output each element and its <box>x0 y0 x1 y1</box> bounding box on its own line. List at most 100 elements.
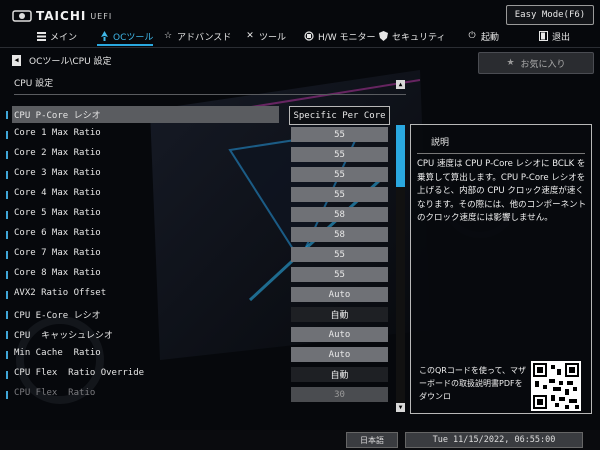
datetime-display: Tue 11/15/2022, 06:55:00 <box>405 432 583 448</box>
favorite-label: お気に入り <box>520 59 566 70</box>
setting-value-input[interactable]: 55 <box>291 187 388 202</box>
tab-tools[interactable]: ✕ ツール <box>245 27 286 45</box>
description-body: CPU 速度は CPU P-Core レシオに BCLK を乗算して算出します。… <box>417 159 587 223</box>
setting-row-cpu-p-core-ratio[interactable]: CPU P-Core レシオ Specific Per Core <box>0 105 400 125</box>
row-marker <box>6 271 8 279</box>
brand-name: TAICHI <box>36 9 87 23</box>
row-marker <box>6 311 8 319</box>
setting-value-input[interactable]: 58 <box>291 227 388 242</box>
back-arrow-icon[interactable]: ◀ <box>12 54 21 66</box>
setting-value-input[interactable]: Auto <box>291 327 388 342</box>
setting-row-core5[interactable]: Core 5 Max Ratio 58 <box>0 205 400 225</box>
active-tab-indicator <box>97 44 153 46</box>
setting-label: AVX2 Ratio Offset <box>14 288 107 298</box>
setting-row-cpu-e-core-ratio[interactable]: CPU E-Core レシオ 自動 <box>0 305 400 325</box>
taichi-logo-mark-icon <box>12 10 32 22</box>
hw-monitor-icon <box>304 31 314 41</box>
breadcrumb-text: OCツール\CPU 設定 <box>29 56 112 67</box>
tab-oc-tools[interactable]: OCツール <box>99 27 153 45</box>
exit-icon <box>538 31 548 41</box>
setting-value-input[interactable]: Auto <box>291 287 388 302</box>
setting-label: Core 5 Max Ratio <box>14 208 101 218</box>
favorite-button[interactable]: ★ お気に入り <box>478 52 594 74</box>
setting-value-input[interactable]: 55 <box>291 167 388 182</box>
setting-label: Core 7 Max Ratio <box>14 248 101 258</box>
row-marker <box>6 391 8 399</box>
row-marker <box>6 331 8 339</box>
setting-row-cpu-cache-ratio[interactable]: CPU キャッシュレシオ Auto <box>0 325 400 345</box>
language-button[interactable]: 日本語 <box>346 432 398 448</box>
row-marker <box>6 371 8 379</box>
setting-value-input[interactable]: 55 <box>291 147 388 162</box>
tab-advanced-label: アドバンスド <box>177 32 232 43</box>
setting-value-dropdown[interactable]: Specific Per Core <box>289 106 390 125</box>
row-marker <box>6 291 8 299</box>
setting-row-core2[interactable]: Core 2 Max Ratio 55 <box>0 145 400 165</box>
description-divider <box>417 153 585 154</box>
setting-value-dropdown[interactable]: 自動 <box>291 307 388 322</box>
setting-label: CPU E-Core レシオ <box>14 311 101 321</box>
description-panel: 説明 CPU 速度は CPU P-Core レシオに BCLK を乗算して算出し… <box>410 124 592 414</box>
row-marker <box>6 151 8 159</box>
setting-row-core8[interactable]: Core 8 Max Ratio 55 <box>0 265 400 285</box>
tab-boot-label: 起動 <box>481 32 500 43</box>
setting-row-cpu-flex-ratio[interactable]: CPU Flex Ratio 30 <box>0 385 400 405</box>
tab-main[interactable]: メイン <box>36 27 77 45</box>
top-bar: TAICHI UEFI Easy Mode(F6) メイン OCツール ☆ アド… <box>0 0 600 48</box>
tab-security[interactable]: セキュリティ <box>378 27 445 45</box>
favorite-star-icon: ★ <box>506 58 515 68</box>
scroll-up-arrow-icon[interactable]: ▲ <box>396 80 405 89</box>
star-icon: ☆ <box>163 31 173 41</box>
brand-sub: UEFI <box>90 11 113 21</box>
setting-row-core6[interactable]: Core 6 Max Ratio 58 <box>0 225 400 245</box>
tab-boot[interactable]: ⏻ 起動 <box>467 27 499 45</box>
setting-value-input[interactable]: 58 <box>291 207 388 222</box>
setting-row-core3[interactable]: Core 3 Max Ratio 55 <box>0 165 400 185</box>
rocket-icon <box>99 31 109 41</box>
setting-label: Core 2 Max Ratio <box>14 148 101 158</box>
setting-row-core1[interactable]: Core 1 Max Ratio 55 <box>0 125 400 145</box>
row-marker <box>6 211 8 219</box>
setting-value-dropdown[interactable]: 自動 <box>291 367 388 382</box>
setting-value-input[interactable]: 55 <box>291 127 388 142</box>
tab-security-label: セキュリティ <box>392 32 446 43</box>
setting-value-input[interactable]: Auto <box>291 347 388 362</box>
setting-row-cpu-flex-override[interactable]: CPU Flex Ratio Override 自動 <box>0 365 400 385</box>
taichi-logo: TAICHI UEFI <box>12 6 112 26</box>
setting-row-avx2-offset[interactable]: AVX2 Ratio Offset Auto <box>0 285 400 305</box>
setting-row-min-cache-ratio[interactable]: Min Cache Ratio Auto <box>0 345 400 365</box>
main-nav: メイン OCツール ☆ アドバンスド ✕ ツール H/W モニター セキュリティ… <box>0 27 600 45</box>
setting-label: Core 1 Max Ratio <box>14 128 101 138</box>
setting-value-input[interactable]: 30 <box>291 387 388 402</box>
qr-caption: このQRコードを使って、マザーボードの取扱説明書PDFをダウンロ <box>419 366 527 401</box>
setting-row-core4[interactable]: Core 4 Max Ratio 55 <box>0 185 400 205</box>
setting-value-input[interactable]: 55 <box>291 247 388 262</box>
qr-code-icon <box>531 361 581 411</box>
list-icon <box>36 31 46 41</box>
setting-value-input[interactable]: 55 <box>291 267 388 282</box>
row-marker <box>6 191 8 199</box>
description-title: 説明 <box>431 138 450 148</box>
setting-label: CPU キャッシュレシオ <box>14 331 113 341</box>
setting-label: Core 6 Max Ratio <box>14 228 101 238</box>
easy-mode-button[interactable]: Easy Mode(F6) <box>506 5 594 25</box>
row-marker <box>6 171 8 179</box>
tab-tools-label: ツール <box>259 32 287 43</box>
power-icon: ⏻ <box>468 31 476 41</box>
setting-label: CPU Flex Ratio Override <box>14 368 145 378</box>
tab-exit[interactable]: 退出 <box>538 27 570 45</box>
setting-row-core7[interactable]: Core 7 Max Ratio 55 <box>0 245 400 265</box>
tab-main-label: メイン <box>50 32 78 43</box>
row-marker <box>6 351 8 359</box>
tab-hw-monitor[interactable]: H/W モニター <box>304 27 376 45</box>
setting-label: Core 4 Max Ratio <box>14 188 101 198</box>
setting-label: Core 3 Max Ratio <box>14 168 101 178</box>
row-marker <box>6 251 8 259</box>
row-marker <box>6 131 8 139</box>
scrollbar-thumb[interactable] <box>396 125 405 187</box>
scroll-down-arrow-icon[interactable]: ▼ <box>396 403 405 412</box>
tab-advanced[interactable]: ☆ アドバンスド <box>163 27 231 45</box>
row-marker <box>6 231 8 239</box>
breadcrumb: ◀ OCツール\CPU 設定 <box>12 53 112 67</box>
section-title: CPU 設定 <box>14 79 54 89</box>
